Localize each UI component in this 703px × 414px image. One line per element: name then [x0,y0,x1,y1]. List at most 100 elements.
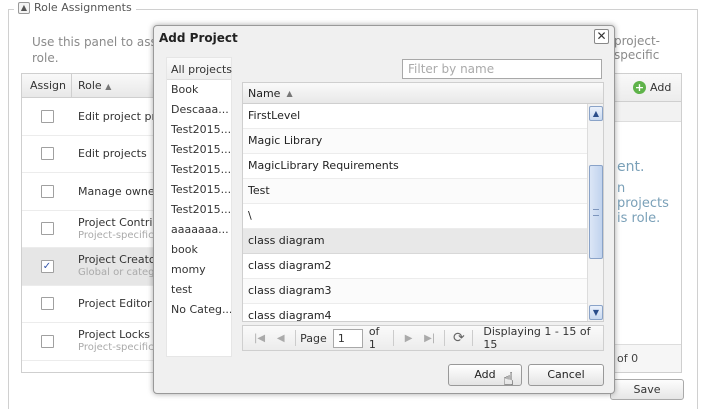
assignments-grid-header [613,102,681,122]
project-row[interactable]: \ [243,204,587,229]
role-text: Project Editor [72,297,152,310]
assignments-grid: + Add ent. n projects is role. of 0 [612,73,682,373]
projects-grid-body: FirstLevel Magic Library MagicLibrary Requ… [243,104,587,321]
description-line2: role. [32,51,59,65]
next-page-icon[interactable]: ▶ [398,333,419,344]
role-checkbox-cell [22,297,72,311]
add-icon[interactable]: + [633,81,646,94]
category-item[interactable]: aaaaaaa... [167,220,231,240]
role-name: Project Creator [78,253,161,267]
category-item[interactable]: test [167,280,231,300]
assign-checkbox[interactable] [40,334,54,348]
assignments-empty-message: ent. n projects is role. [617,154,681,226]
role-name: Edit projects [78,147,147,161]
role-text: Edit projects [72,147,147,160]
pager-separator [393,330,395,346]
category-item[interactable]: Book [167,80,231,100]
sort-asc-icon: ▲ [286,88,293,98]
page-label: Page [300,331,327,345]
project-row[interactable]: class diagram3 [243,279,587,304]
assign-checkbox[interactable]: ✓ [40,259,54,273]
empty-text-2: n projects [617,181,669,211]
hand-cursor-icon: ☝ [503,369,514,390]
category-item[interactable]: momy [167,260,231,280]
project-row[interactable]: FirstLevel [243,104,587,129]
role-column-header[interactable]: Role ▲ [72,74,117,97]
sort-asc-icon: ▲ [105,82,112,91]
role-checkbox-cell [22,147,72,161]
add-assignment-button[interactable]: Add [650,81,671,94]
scrollbar-thumb[interactable] [589,165,603,259]
assignments-toolbar: + Add [613,74,681,102]
scroll-down-icon[interactable]: ▼ [589,305,603,320]
filter-input[interactable] [402,59,602,79]
close-icon[interactable]: ✕ [594,29,609,44]
description-left: Use this panel to assig [32,35,168,49]
role-text: Project M [72,372,129,373]
projects-pager: |◀ ◀ Page of 1 ▶ ▶| ⟳ Displaying 1 - 15 … [242,325,604,351]
project-row[interactable]: Test [243,179,587,204]
category-item[interactable]: Test2015... [167,200,231,220]
save-button[interactable]: Save [610,379,684,400]
fieldset-border-left [8,9,9,409]
fieldset-border-right [697,9,698,409]
category-item[interactable]: Test2015... [167,180,231,200]
prev-page-icon[interactable]: ◀ [270,333,291,344]
assign-checkbox[interactable] [40,184,54,198]
role-text: Project Creator Global or catego [72,253,161,279]
description-right: project-specific [614,34,660,62]
section-legend: ▲ Role Assignments [14,1,136,14]
section-title: Role Assignments [34,1,132,14]
name-column-label: Name [248,86,281,100]
assignments-pager: of 0 [613,344,681,372]
category-item[interactable]: No Categ... [167,300,231,320]
role-checkbox-cell [22,334,72,348]
category-item[interactable]: Test2015... [167,140,231,160]
empty-text-1: ent. [617,159,645,175]
role-name: Manage owned [78,184,162,198]
category-item[interactable]: Test2015... [167,160,231,180]
cancel-button[interactable]: Cancel [528,364,604,386]
assign-checkbox[interactable] [40,222,54,236]
role-column-label: Role [78,79,102,92]
pager-separator [472,330,474,346]
pager-separator [444,330,446,346]
role-name: Project M [78,372,129,373]
role-checkbox-cell [22,222,72,236]
role-checkbox-cell: ✓ [22,259,72,273]
name-column-header[interactable]: Name ▲ [243,83,603,104]
project-row[interactable]: class diagram4 [243,304,587,321]
role-checkbox-cell [22,184,72,198]
role-checkbox-cell [22,372,72,373]
category-list: All projects Book Descaaa... Test2015... Te… [166,57,232,357]
collapse-toggle-icon[interactable]: ▲ [18,1,30,14]
project-row[interactable]: Magic Library [243,129,587,154]
pager-separator [295,330,297,346]
grip-icon [593,209,599,216]
category-all-projects[interactable]: All projects [167,58,232,80]
vertical-scrollbar[interactable]: ▲ ▼ [587,104,603,321]
dialog-title: Add Project [159,31,238,45]
empty-text-3: is role. [617,211,661,226]
assign-column-header[interactable]: Assign [22,74,72,97]
role-text: Manage owned [72,185,162,198]
assign-checkbox[interactable] [40,109,54,123]
role-name: Project Editor [78,297,152,311]
category-items: Book Descaaa... Test2015... Test2015... Test… [167,80,231,320]
scroll-up-icon[interactable]: ▲ [589,106,603,121]
category-item[interactable]: Descaaa... [167,100,231,120]
last-page-icon[interactable]: ▶| [419,333,440,344]
assign-checkbox[interactable] [41,372,54,373]
project-row[interactable]: class diagram2 [243,254,587,279]
refresh-icon[interactable]: ⟳ [449,330,468,346]
project-row[interactable]: class diagram [243,229,587,254]
category-item[interactable]: Test2015... [167,120,231,140]
role-checkbox-cell [22,109,72,123]
add-project-dialog: Add Project ✕ All projects Book Descaaa..… [153,25,615,394]
assign-checkbox[interactable] [40,297,54,311]
assign-checkbox[interactable] [40,147,54,161]
category-item[interactable]: book [167,240,231,260]
page-number-input[interactable] [332,328,363,348]
project-row[interactable]: MagicLibrary Requirements [243,154,587,179]
first-page-icon[interactable]: |◀ [249,333,270,344]
